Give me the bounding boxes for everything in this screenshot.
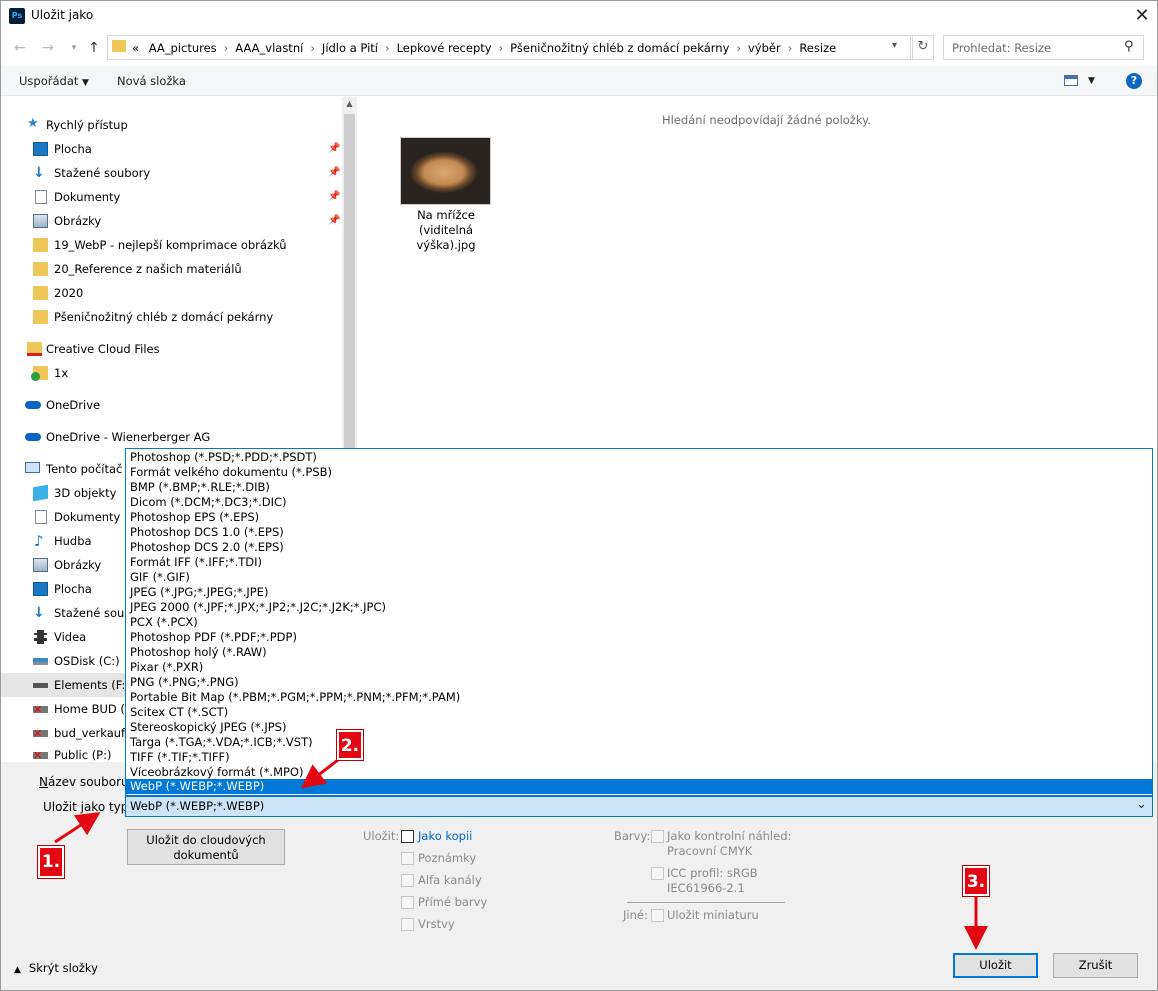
step-badge-3: 3.	[963, 866, 989, 896]
step-badge-2: 2.	[337, 730, 363, 760]
step-badge-1: 1.	[38, 846, 64, 878]
annotation-arrow-1	[54, 812, 101, 844]
annotation-arrows	[54, 751, 988, 950]
